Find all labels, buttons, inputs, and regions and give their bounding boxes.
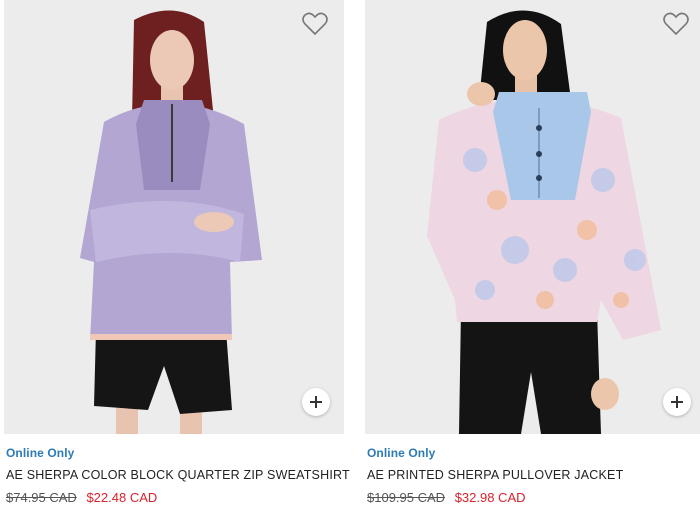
- online-only-badge: Online Only: [6, 446, 75, 460]
- product-image[interactable]: [365, 0, 700, 434]
- model-photo: [365, 0, 700, 434]
- favorite-button[interactable]: [302, 12, 328, 36]
- heart-outline-icon: [663, 12, 689, 36]
- product-card: Online Only AE PRINTED SHERPA PULLOVER J…: [365, 0, 700, 510]
- product-image[interactable]: [4, 0, 344, 434]
- heart-outline-icon: [302, 12, 328, 36]
- online-only-badge: Online Only: [367, 446, 436, 460]
- plus-icon: [310, 396, 322, 408]
- model-photo: [4, 0, 344, 434]
- product-card: Online Only AE SHERPA COLOR BLOCK QUARTE…: [4, 0, 350, 510]
- favorite-button[interactable]: [663, 12, 689, 36]
- product-name[interactable]: AE PRINTED SHERPA PULLOVER JACKET: [367, 468, 623, 482]
- original-price: $109.95 CAD: [367, 490, 446, 505]
- original-price: $74.95 CAD: [6, 490, 77, 505]
- price-row: $109.95 CAD $32.98 CAD: [367, 490, 526, 505]
- product-grid: Online Only AE SHERPA COLOR BLOCK QUARTE…: [0, 0, 700, 510]
- sale-price: $32.98 CAD: [454, 490, 526, 505]
- quick-add-button[interactable]: [663, 388, 691, 416]
- plus-icon: [671, 396, 683, 408]
- sale-price: $22.48 CAD: [86, 490, 158, 505]
- quick-add-button[interactable]: [302, 388, 330, 416]
- price-row: $74.95 CAD $22.48 CAD: [6, 490, 157, 505]
- product-name[interactable]: AE SHERPA COLOR BLOCK QUARTER ZIP SWEATS…: [6, 468, 350, 482]
